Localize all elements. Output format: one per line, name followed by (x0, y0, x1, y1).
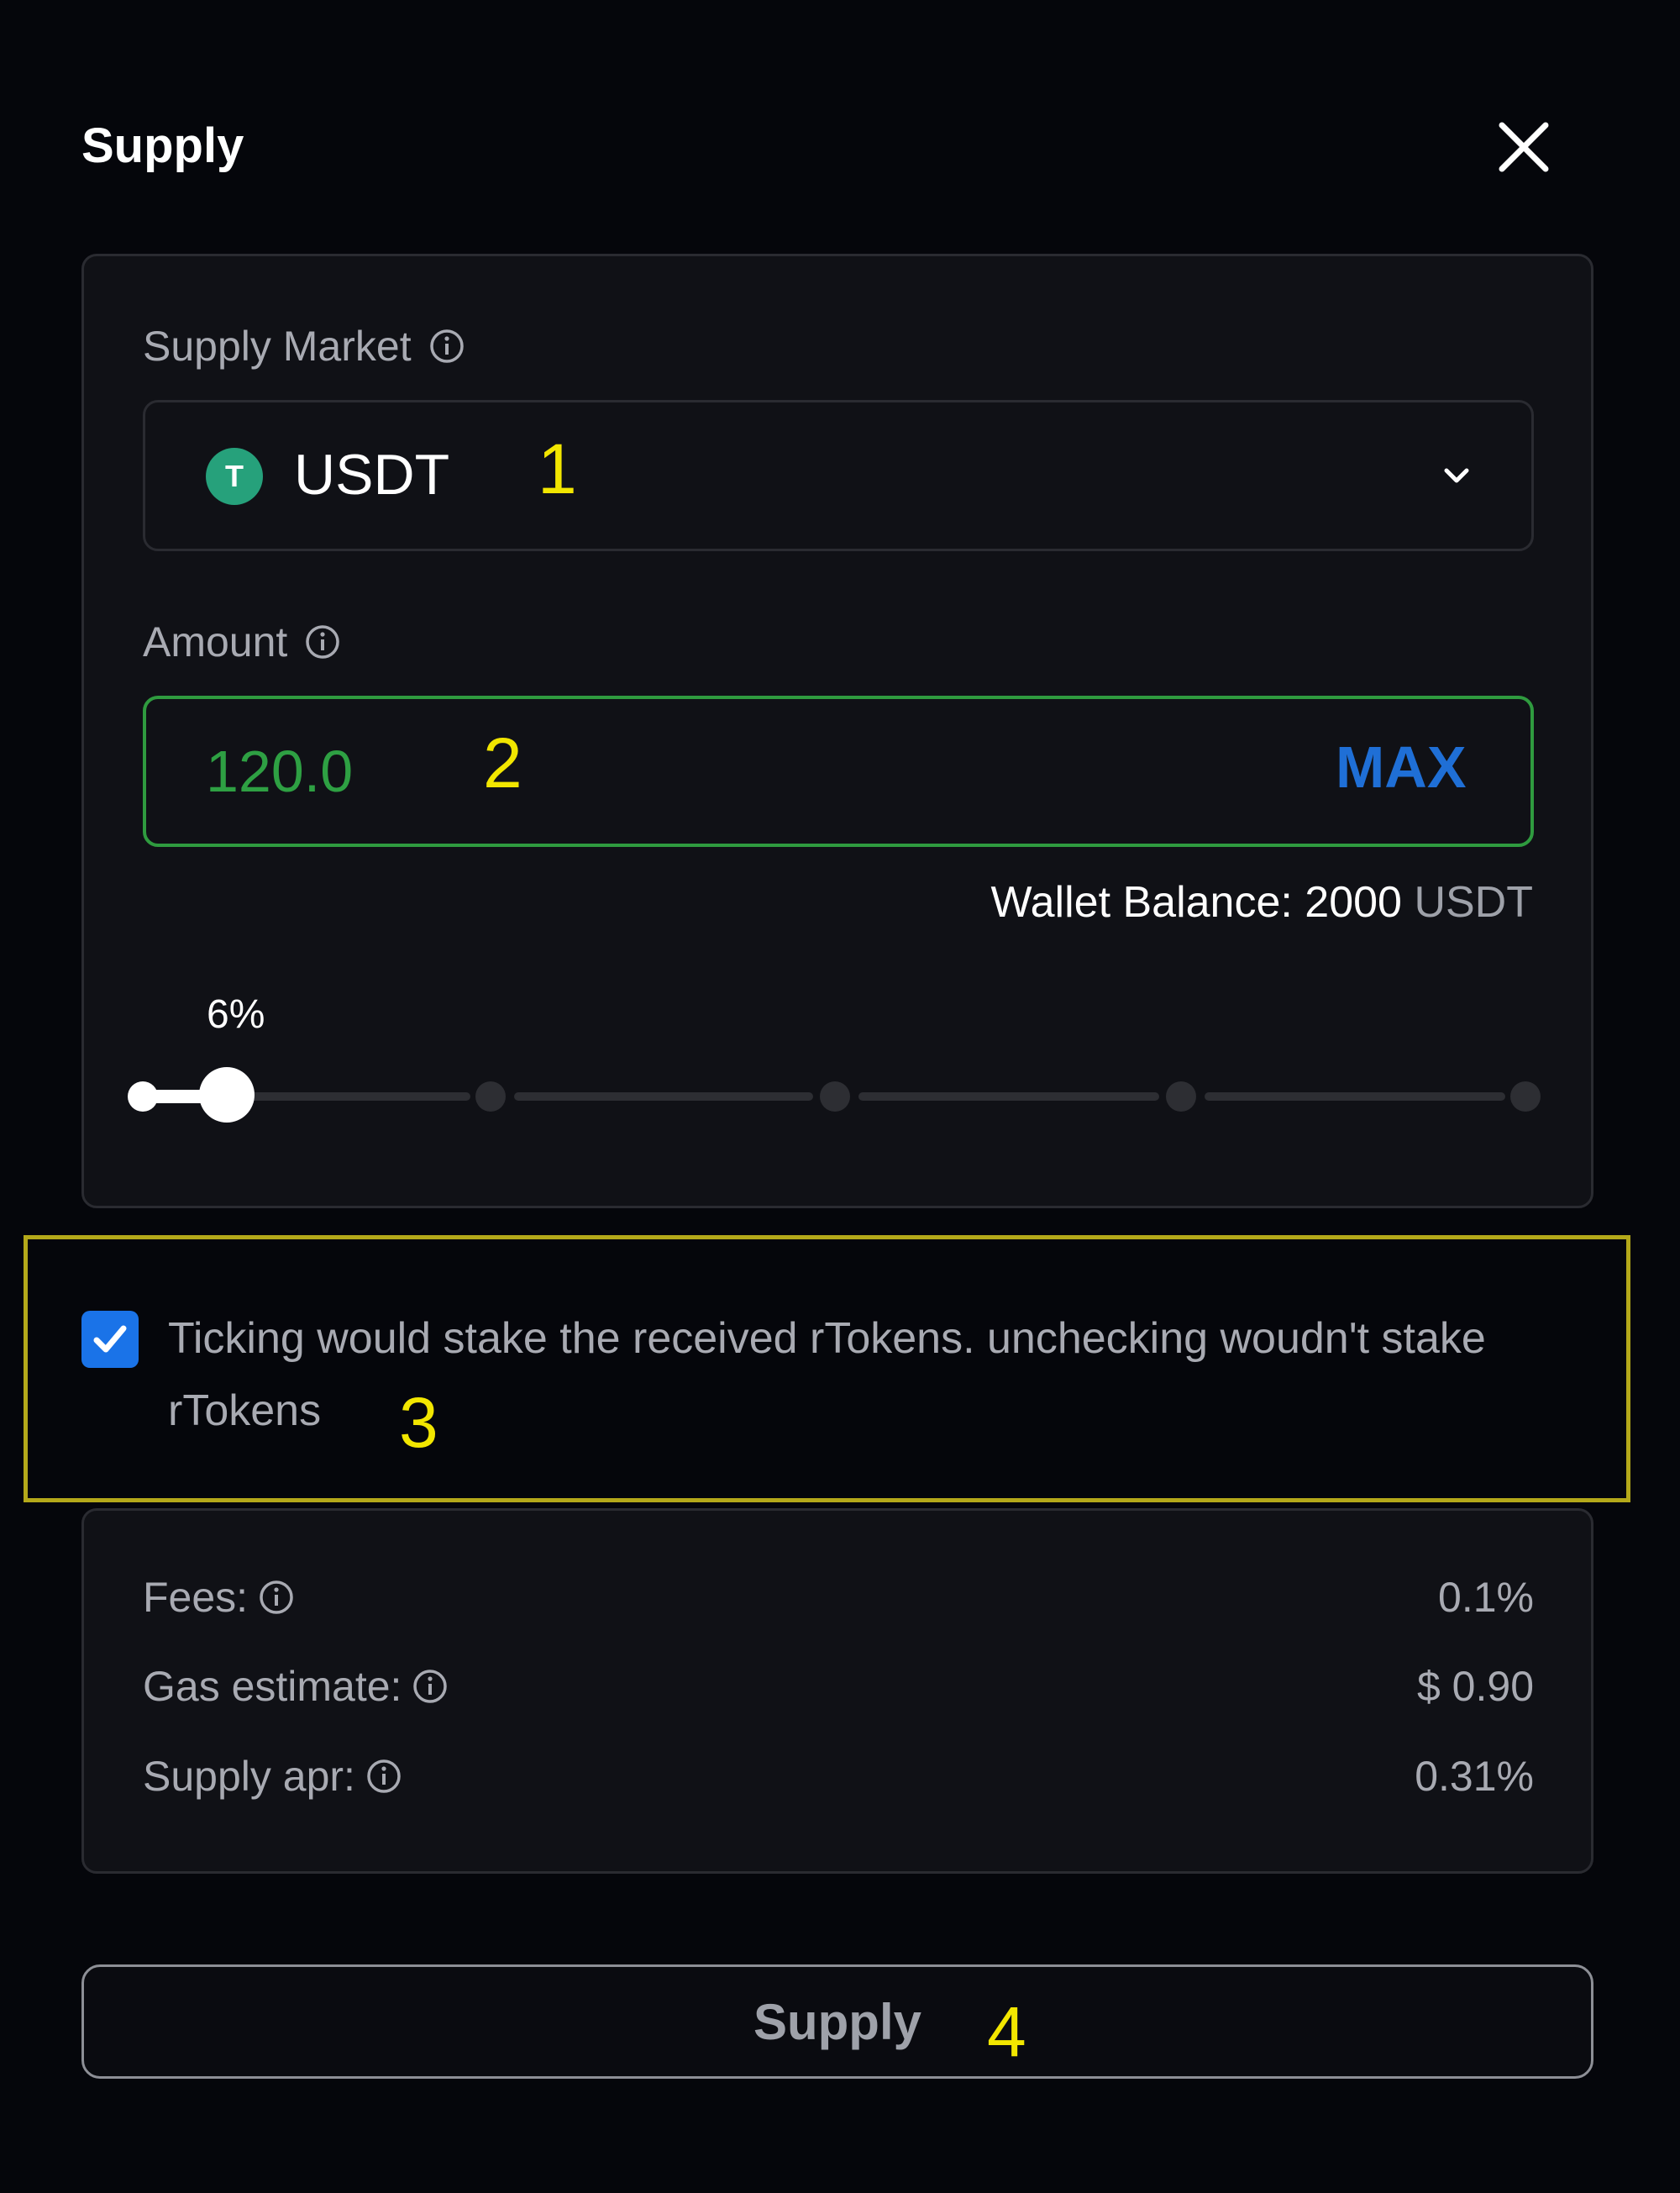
slider-thumb[interactable] (199, 1067, 255, 1123)
slider-percent-label: 6% (207, 992, 265, 1037)
gas-estimate-value: $ 0.90 (1416, 1663, 1534, 1710)
close-icon (1499, 122, 1549, 172)
supply-apr-value: 0.31% (1415, 1753, 1534, 1800)
usdt-token-icon: T (206, 448, 263, 505)
selected-token-symbol: USDT (294, 443, 450, 507)
amount-value[interactable]: 120.0 (206, 738, 353, 805)
wallet-balance: Wallet Balance: 2000 USDT (990, 878, 1533, 927)
svg-text:T: T (225, 459, 244, 493)
slider-step-25[interactable] (475, 1081, 506, 1112)
max-button[interactable]: MAX (1336, 734, 1467, 801)
annotation-marker-1: 1 (538, 429, 577, 508)
supply-market-label: Supply Market (143, 322, 465, 371)
supply-button[interactable]: Supply (81, 1964, 1593, 2079)
info-icon[interactable] (304, 623, 341, 660)
slider-step-100[interactable] (1510, 1081, 1541, 1112)
fee-row-fees: Fees: 0.1% (143, 1574, 1534, 1621)
close-button[interactable] (1488, 112, 1559, 182)
annotation-marker-2: 2 (483, 723, 522, 802)
fee-row-supply-apr: Supply apr: 0.31% (143, 1753, 1534, 1800)
slider-rail[interactable] (1205, 1092, 1505, 1101)
slider-step-0[interactable] (128, 1081, 158, 1112)
stake-description: Ticking would stake the received rTokens… (168, 1314, 1486, 1435)
slider-step-50[interactable] (820, 1081, 850, 1112)
info-icon[interactable] (258, 1579, 295, 1616)
info-icon[interactable] (365, 1758, 402, 1795)
chevron-down-icon[interactable] (1436, 459, 1477, 492)
info-icon[interactable] (412, 1668, 449, 1705)
check-icon (93, 1325, 127, 1353)
slider-step-75[interactable] (1166, 1081, 1196, 1112)
fee-value: 0.1% (1438, 1574, 1534, 1621)
slider-rail[interactable] (244, 1092, 470, 1101)
dialog-title: Supply (81, 118, 244, 173)
annotation-marker-3: 3 (399, 1383, 438, 1462)
annotation-marker-4: 4 (987, 1992, 1026, 2071)
info-icon[interactable] (428, 328, 465, 365)
fee-row-gas-estimate: Gas estimate: $ 0.90 (143, 1663, 1534, 1710)
slider-rail[interactable] (858, 1092, 1159, 1101)
amount-label: Amount (143, 618, 341, 666)
stake-checkbox[interactable] (81, 1311, 139, 1368)
slider-rail[interactable] (514, 1092, 813, 1101)
